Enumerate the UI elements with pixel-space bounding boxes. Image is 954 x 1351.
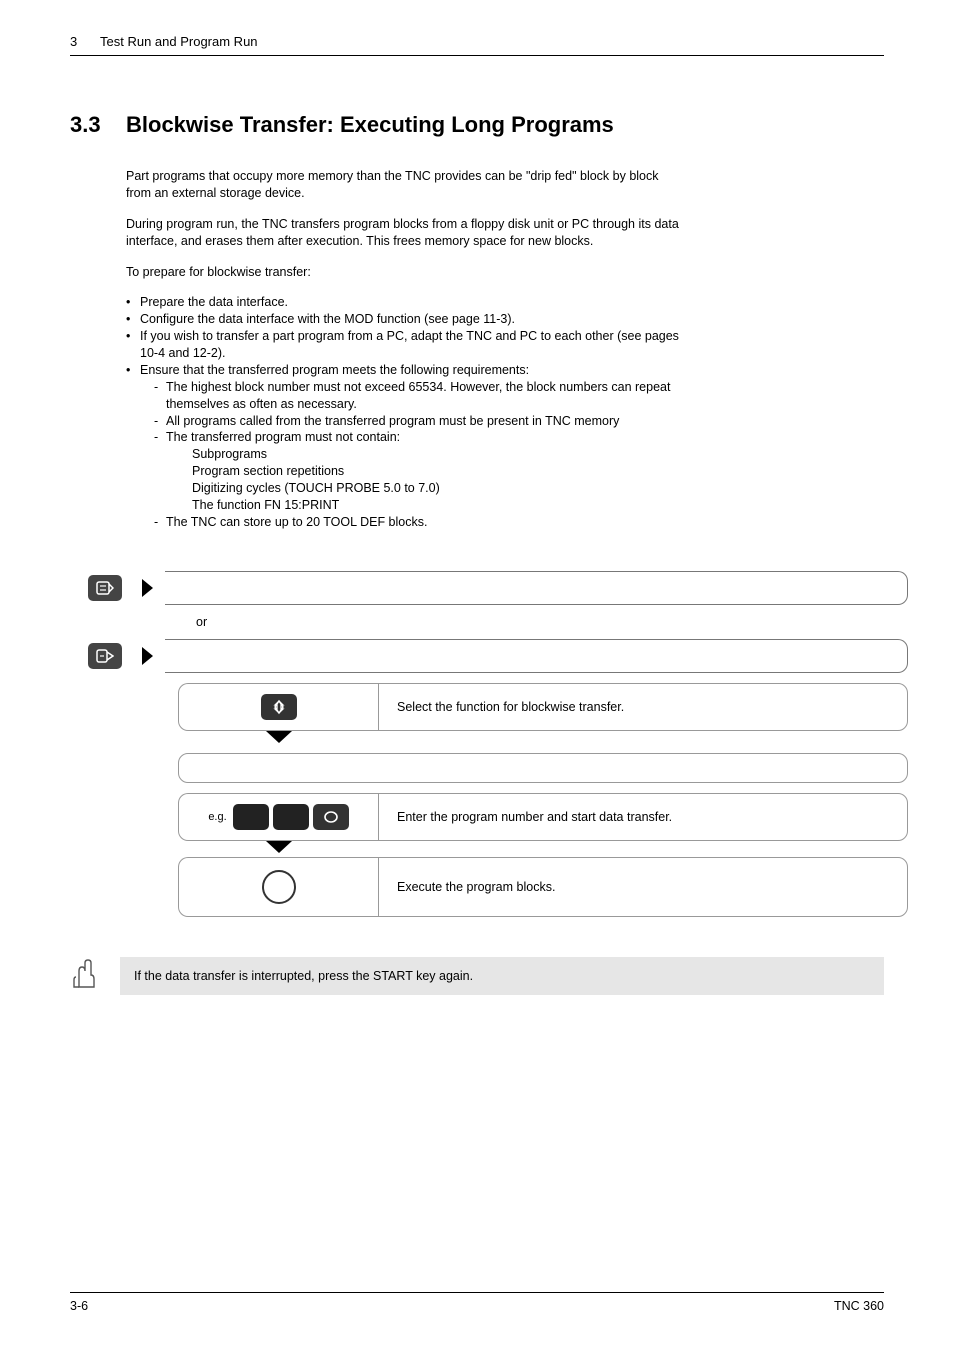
flowchart: or (88, 567, 908, 917)
paragraph: During program run, the TNC transfers pr… (126, 216, 686, 250)
eg-label: e.g. (208, 811, 226, 823)
sub-list-item: The TNC can store up to 20 TOOL DEF bloc… (154, 514, 686, 531)
section-title: Blockwise Transfer: Executing Long Progr… (126, 112, 614, 138)
sub-list-item: The transferred program must not contain… (154, 429, 686, 513)
sub-list-item: All programs called from the transferred… (154, 413, 686, 430)
product-name: TNC 360 (834, 1299, 884, 1313)
chapter-number: 3 (70, 34, 100, 49)
bullet-list: Prepare the data interface. Configure th… (126, 294, 686, 530)
paragraph: To prepare for blockwise transfer: (126, 264, 686, 281)
flow-input-banner (178, 753, 908, 783)
program-run-single-block-icon (88, 643, 122, 669)
body-text: Part programs that occupy more memory th… (126, 168, 686, 531)
enter-key-icon (313, 804, 349, 830)
list-item: Ensure that the transferred program meet… (126, 362, 686, 531)
note-box: If the data transfer is interrupted, pre… (120, 957, 884, 995)
step-key-cell (178, 683, 378, 731)
down-arrow-icon (266, 841, 292, 853)
section-heading: 3.3 Blockwise Transfer: Executing Long P… (70, 112, 884, 138)
section-number: 3.3 (70, 112, 126, 138)
list-item: Prepare the data interface. (126, 294, 686, 311)
sub-sub-item: Subprograms (192, 446, 686, 463)
flow-mode-row-2 (88, 635, 908, 677)
flow-line (165, 635, 908, 677)
flow-line (165, 567, 908, 609)
sub-sub-item: Program section repetitions (192, 463, 686, 480)
list-item: Configure the data interface with the MO… (126, 311, 686, 328)
step-description: Enter the program number and start data … (378, 793, 908, 841)
step-key-cell: e.g. (178, 793, 378, 841)
down-arrow-icon (266, 731, 292, 743)
list-item: If you wish to transfer a part program f… (126, 328, 686, 362)
page-number: 3-6 (70, 1299, 88, 1313)
flow-step-3: Execute the program blocks. (178, 857, 908, 917)
play-icon (142, 647, 153, 665)
number-key-icon (233, 804, 269, 830)
play-icon (142, 579, 153, 597)
hand-pointing-icon (70, 957, 100, 994)
program-run-full-sequence-icon (88, 575, 122, 601)
sub-sub-item: The function FN 15:PRINT (192, 497, 686, 514)
step-description: Select the function for blockwise transf… (378, 683, 908, 731)
step-key-cell (178, 857, 378, 917)
flow-mode-row-1 (88, 567, 908, 609)
chapter-title: Test Run and Program Run (100, 34, 258, 49)
note-row: If the data transfer is interrupted, pre… (70, 957, 884, 995)
start-button-icon (262, 870, 296, 904)
list-item-text: Ensure that the transferred program meet… (140, 363, 529, 377)
page-footer: 3-6 TNC 360 (70, 1292, 884, 1313)
flow-step-1: Select the function for blockwise transf… (178, 683, 908, 731)
step-description: Execute the program blocks. (378, 857, 908, 917)
sub-list-item: The highest block number must not exceed… (154, 379, 686, 413)
sub-list-item-text: The transferred program must not contain… (166, 430, 400, 444)
page-header: 3 Test Run and Program Run (70, 34, 884, 56)
number-key-icon (273, 804, 309, 830)
paragraph: Part programs that occupy more memory th… (126, 168, 686, 202)
flow-step-2: e.g. Enter the program number and start … (178, 793, 908, 841)
ext-key-icon (261, 694, 297, 720)
sub-sub-item: Digitizing cycles (TOUCH PROBE 5.0 to 7.… (192, 480, 686, 497)
or-label: or (196, 615, 908, 629)
